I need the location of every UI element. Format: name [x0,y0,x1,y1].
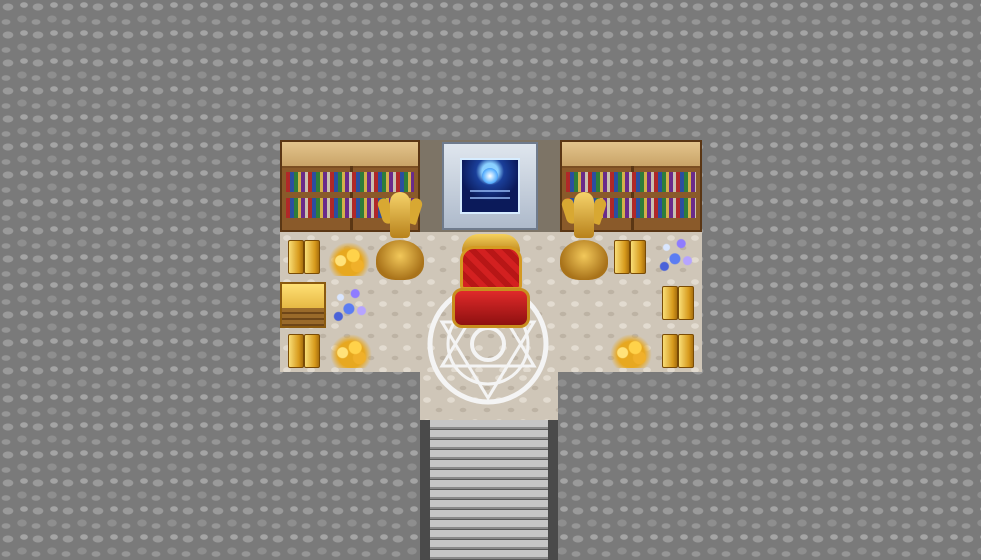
portal-orb [482,168,498,184]
gold-angel-statue-icon[interactable] [560,192,608,280]
gold-bar [678,334,694,368]
game-map [0,0,981,560]
blue-crystal-portal-icon[interactable] [442,142,538,230]
stairs-icon[interactable] [420,420,558,560]
gold-bar [304,240,320,274]
book-row [286,172,414,192]
gold-coin-pile-icon[interactable] [330,334,372,368]
crate-slats [282,308,324,326]
gold-bar [630,240,646,274]
gold-bar [304,334,320,368]
portal-screen [460,158,520,214]
stairs-edge [548,420,558,560]
gold-bar [288,334,304,368]
gold-bar-icon[interactable] [286,236,322,274]
gold-bar-icon[interactable] [612,236,648,274]
gold-bar [662,334,678,368]
throne-back [460,246,522,290]
crystal-gems-icon[interactable] [656,236,698,274]
gold-bar [662,286,678,320]
book-row [566,172,696,192]
red-throne-icon[interactable] [452,234,530,328]
bookshelf-top [282,142,418,168]
gold-bar [288,240,304,274]
gold-angel-statue-icon[interactable] [376,192,424,280]
throne-seat [452,288,530,328]
gold-bar [678,286,694,320]
statue-figure [390,192,410,238]
gold-bar-icon[interactable] [286,330,322,368]
gold-crate-icon[interactable] [280,282,326,328]
crystal-gems-icon[interactable] [330,286,372,324]
portal-glyphs [470,190,510,204]
gold-bar-icon[interactable] [660,330,696,368]
stairs-edge [420,420,430,560]
gold-bar-icon[interactable] [660,282,696,320]
statue-base [376,240,424,280]
statue-base [560,240,608,280]
statue-figure [574,192,594,238]
gold-coin-pile-icon[interactable] [328,242,370,276]
bookshelf-top [562,142,700,168]
gold-bar [614,240,630,274]
gold-coin-pile-icon[interactable] [610,334,652,368]
